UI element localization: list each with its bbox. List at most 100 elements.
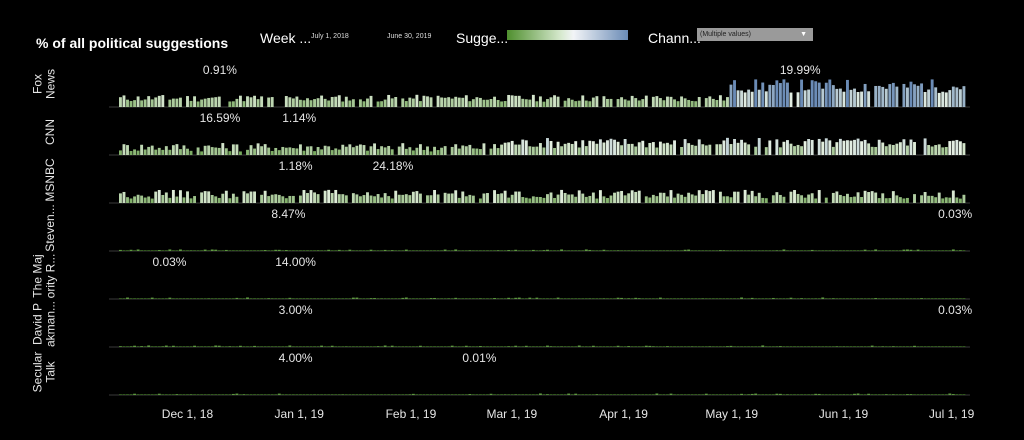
data-bar — [521, 139, 525, 155]
data-bar — [923, 346, 927, 347]
data-bar — [934, 145, 938, 155]
data-bar — [228, 101, 232, 107]
data-bar — [842, 298, 846, 299]
data-bar — [549, 192, 553, 203]
data-bar — [747, 394, 751, 395]
data-bar — [867, 91, 871, 107]
data-bar — [750, 393, 754, 395]
data-bar — [147, 394, 151, 395]
data-bar — [630, 394, 634, 395]
data-bar — [143, 197, 147, 203]
data-bar — [133, 196, 137, 203]
data-bar — [860, 298, 864, 299]
x-tick-label: Jan 1, 19 — [275, 407, 325, 421]
data-bar — [941, 394, 945, 395]
data-bar — [761, 298, 765, 299]
data-bar — [733, 139, 736, 155]
data-bar — [704, 190, 708, 203]
data-bar — [330, 298, 334, 299]
data-bar — [676, 193, 680, 203]
data-bar — [517, 297, 521, 299]
data-bar — [429, 394, 433, 395]
data-bar — [281, 146, 285, 155]
data-bar — [422, 250, 426, 251]
data-bar — [613, 139, 616, 155]
data-bar — [221, 346, 225, 347]
data-bar — [842, 250, 846, 251]
data-bar — [355, 297, 359, 299]
data-bar — [637, 190, 641, 203]
data-bar — [683, 98, 687, 107]
data-bar — [824, 138, 828, 155]
data-bar — [803, 298, 807, 299]
data-bar — [747, 298, 751, 299]
data-bar — [369, 249, 373, 251]
data-bar — [478, 250, 482, 251]
data-bar — [570, 298, 574, 299]
data-bar — [387, 394, 391, 395]
data-bar — [722, 394, 726, 395]
data-bar — [796, 193, 800, 203]
data-bar — [782, 346, 786, 347]
data-bar — [591, 345, 595, 347]
data-bar — [634, 346, 638, 347]
data-bar — [404, 346, 408, 347]
data-bar — [644, 95, 648, 107]
data-label: 8.47% — [271, 207, 305, 221]
data-bar — [200, 298, 204, 299]
data-bar — [658, 192, 662, 203]
data-bar — [334, 298, 338, 299]
data-bar — [831, 85, 835, 107]
data-bar — [743, 142, 747, 155]
data-bar — [217, 345, 221, 347]
data-bar — [648, 250, 652, 251]
data-bar — [835, 346, 839, 347]
data-bar — [429, 298, 433, 299]
data-bar — [168, 346, 172, 347]
data-bar — [337, 346, 341, 347]
data-bar — [242, 101, 246, 107]
data-bar — [771, 195, 775, 203]
data-bar — [387, 145, 391, 155]
data-bar — [422, 149, 426, 155]
data-bar — [927, 346, 931, 347]
data-bar — [567, 346, 571, 347]
data-bar — [348, 298, 352, 299]
data-bar — [253, 298, 257, 299]
data-bar — [376, 149, 380, 155]
data-bar — [796, 298, 800, 299]
data-bar — [260, 194, 264, 203]
data-bar — [786, 82, 789, 107]
data-bar — [786, 298, 789, 299]
data-bar — [722, 140, 726, 155]
data-bar — [877, 139, 881, 155]
data-bar — [641, 99, 645, 107]
data-bar — [471, 99, 475, 107]
data-bar — [161, 95, 165, 107]
data-bar — [323, 190, 327, 203]
data-bar — [803, 346, 807, 347]
data-bar — [454, 144, 458, 155]
data-bar — [662, 100, 666, 107]
data-bar — [888, 298, 892, 299]
data-bar — [831, 146, 835, 155]
data-bar — [538, 250, 542, 251]
data-bar — [277, 393, 281, 395]
data-bar — [207, 394, 211, 395]
data-bar — [627, 143, 631, 155]
data-bar — [235, 98, 239, 107]
data-bar — [591, 298, 595, 299]
data-bar — [348, 394, 352, 395]
data-bar — [122, 250, 126, 251]
data-bar — [397, 146, 401, 155]
data-bar — [877, 85, 881, 107]
data-bar — [658, 394, 662, 395]
data-bar — [577, 250, 581, 251]
data-bar — [595, 298, 599, 299]
data-bar — [133, 149, 137, 155]
data-bar — [736, 142, 740, 155]
data-bar — [344, 195, 348, 203]
data-bar — [902, 298, 906, 299]
data-bar — [697, 250, 701, 251]
data-bar — [263, 346, 267, 347]
